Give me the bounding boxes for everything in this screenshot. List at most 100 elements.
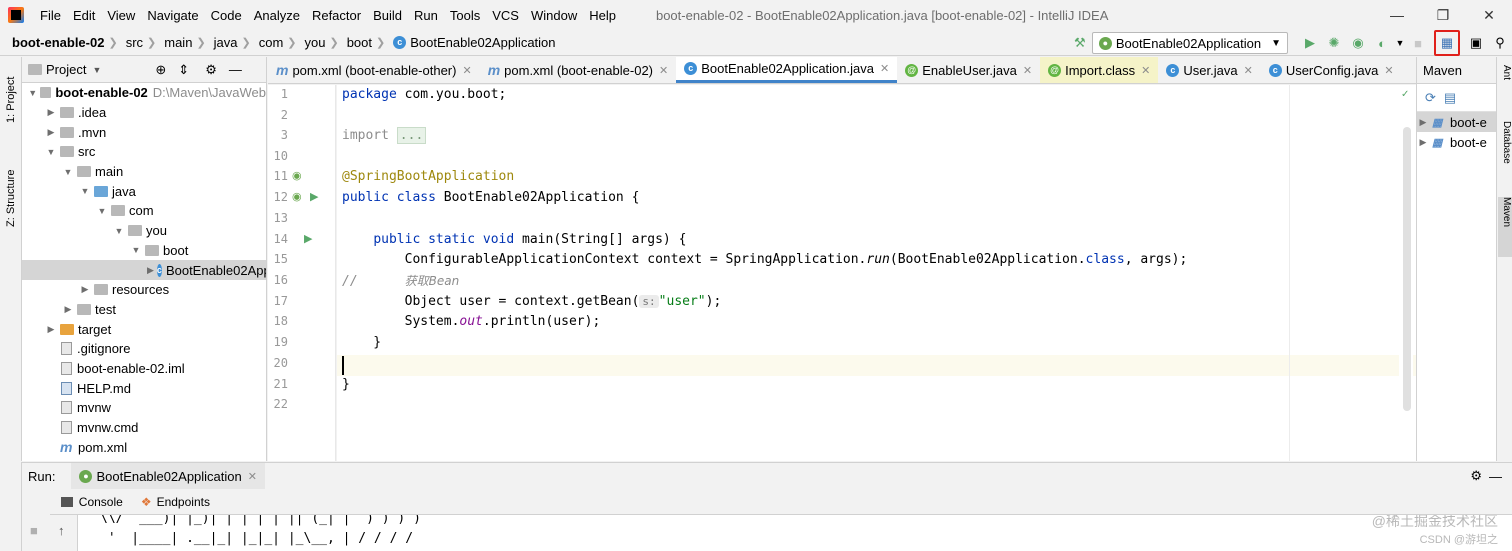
chevron-down-icon[interactable]: ▼	[92, 65, 101, 75]
chevron-right-icon[interactable]: ▶	[62, 304, 74, 315]
editor-tab[interactable]: m pom.xml (boot-enable-other) ✕	[268, 57, 480, 83]
scroll-up-icon[interactable]: ↑	[58, 523, 65, 538]
chevron-down-icon[interactable]: ▼	[113, 226, 125, 236]
gear-icon[interactable]: ⚙	[205, 62, 217, 78]
tree-item[interactable]: ▶ .mvn	[22, 122, 266, 142]
run-gutter-icon[interactable]: ▶	[310, 190, 318, 203]
stop-icon[interactable]: ■	[1406, 30, 1430, 56]
chevron-right-icon[interactable]: ▶	[45, 127, 57, 138]
tree-item[interactable]: ▼ boot	[22, 241, 266, 261]
editor-scrollbar-thumb[interactable]	[1403, 127, 1411, 411]
menu-vcs[interactable]: VCS	[486, 8, 525, 23]
tree-item[interactable]: m pom.xml	[22, 437, 266, 457]
chevron-right-icon[interactable]: ▶	[45, 107, 57, 118]
chevron-down-icon[interactable]: ▼	[96, 206, 108, 216]
chevron-down-icon[interactable]: ▼	[130, 245, 142, 255]
spring-bean-icon[interactable]: ◉	[292, 169, 302, 182]
menu-file[interactable]: File	[34, 8, 67, 23]
maven-tool-tab[interactable]: Maven	[1498, 197, 1512, 257]
ant-tool-tab[interactable]: Ant	[1498, 65, 1512, 105]
coverage-icon[interactable]: ◉	[1346, 30, 1370, 56]
code-editor[interactable]: package com.you.boot; import ... @Spring…	[337, 85, 1416, 461]
menu-run[interactable]: Run	[408, 8, 444, 23]
chevron-down-icon[interactable]: ▼	[1394, 30, 1406, 56]
reload-icon[interactable]: ⟳	[1425, 90, 1436, 106]
close-icon[interactable]: ✕	[1384, 64, 1393, 77]
profile-icon[interactable]: ◐	[1370, 30, 1394, 56]
breadcrumb-class[interactable]: c BootEnable02Application	[387, 35, 557, 50]
menu-help[interactable]: Help	[583, 8, 622, 23]
menu-window[interactable]: Window	[525, 8, 583, 23]
hide-icon[interactable]: —	[1489, 469, 1502, 484]
menu-view[interactable]: View	[101, 8, 141, 23]
folded-imports[interactable]: ...	[396, 127, 427, 144]
close-icon[interactable]: ✕	[880, 62, 889, 75]
search-icon[interactable]: ⚲	[1488, 30, 1512, 56]
breadcrumb-src[interactable]: src	[120, 35, 145, 50]
database-tool-tab[interactable]: Database	[1498, 121, 1512, 191]
tree-item[interactable]: mvnw	[22, 398, 266, 418]
close-icon[interactable]: ✕	[1466, 0, 1512, 30]
tree-item[interactable]: ▼ com	[22, 201, 266, 221]
close-icon[interactable]: ✕	[462, 64, 471, 77]
menu-build[interactable]: Build	[367, 8, 408, 23]
structure-tool-tab[interactable]: Z: Structure	[2, 147, 20, 227]
chevron-right-icon[interactable]: ▶	[147, 265, 154, 276]
console-output[interactable]: \\/ ___)| |_)| | | | | || (_| | ) ) ) ) …	[78, 515, 1512, 551]
tree-item[interactable]: .gitignore	[22, 339, 266, 359]
menu-refactor[interactable]: Refactor	[306, 8, 367, 23]
editor-tab[interactable]: c UserConfig.java ✕	[1261, 57, 1402, 83]
menu-tools[interactable]: Tools	[444, 8, 486, 23]
chevron-right-icon[interactable]: ▶	[79, 284, 91, 295]
close-icon[interactable]: ✕	[248, 470, 257, 483]
tree-item[interactable]: ▶cBootEnable02Application	[22, 260, 266, 280]
chevron-down-icon[interactable]: ▼	[28, 88, 37, 98]
close-icon[interactable]: ✕	[1244, 64, 1253, 77]
endpoints-tab[interactable]: ❖ Endpoints	[141, 495, 210, 509]
tree-item[interactable]: boot-enable-02.iml	[22, 359, 266, 379]
chevron-right-icon[interactable]: ▶	[45, 324, 57, 335]
collapse-all-icon[interactable]: ⇕	[178, 62, 189, 78]
gear-icon[interactable]: ⚙	[1470, 468, 1482, 484]
editor-tab[interactable]: c User.java ✕	[1158, 57, 1260, 83]
editor-tab[interactable]: @ Import.class ✕	[1040, 57, 1159, 83]
debug-icon[interactable]: ✺	[1322, 30, 1346, 56]
minimize-icon[interactable]: —	[1374, 0, 1420, 30]
locate-icon[interactable]: ⊕	[155, 62, 166, 78]
run-icon[interactable]: ▶	[1298, 30, 1322, 56]
restore-icon[interactable]: ❐	[1420, 0, 1466, 30]
terminal-icon[interactable]: ▣	[1464, 30, 1488, 56]
add-maven-project-icon[interactable]: ▤	[1444, 90, 1456, 106]
tree-item[interactable]: mvnw.cmd	[22, 418, 266, 438]
editor-tab[interactable]: m pom.xml (boot-enable-02) ✕	[480, 57, 677, 83]
editor-tab[interactable]: c BootEnable02Application.java ✕	[676, 57, 898, 83]
tree-item[interactable]: ▼ main	[22, 162, 266, 182]
close-icon[interactable]: ✕	[1141, 64, 1150, 77]
chevron-down-icon[interactable]: ▼	[79, 186, 91, 196]
maven-project-row[interactable]: ▶ ▦ boot-e	[1417, 132, 1496, 152]
tree-item[interactable]: ▼ java	[22, 181, 266, 201]
maven-project-row[interactable]: ▶ ▦ boot-e	[1417, 112, 1496, 132]
project-structure-icon[interactable]: ▦	[1434, 30, 1460, 56]
breadcrumb-com[interactable]: com	[253, 35, 286, 50]
build-hammer-icon[interactable]: ⚒	[1068, 30, 1092, 56]
spring-bean-icon[interactable]: ◉	[292, 190, 302, 203]
tree-item[interactable]: HELP.md	[22, 378, 266, 398]
tree-item[interactable]: ▶ .idea	[22, 103, 266, 123]
close-icon[interactable]: ✕	[1023, 64, 1032, 77]
breadcrumb-main[interactable]: main	[158, 35, 194, 50]
breadcrumb-boot[interactable]: boot	[341, 35, 374, 50]
stop-icon[interactable]: ■	[30, 523, 38, 538]
menu-edit[interactable]: Edit	[67, 8, 101, 23]
hide-icon[interactable]: —	[229, 62, 242, 77]
project-tool-tab[interactable]: 1: Project	[2, 63, 20, 123]
console-tab[interactable]: Console	[60, 495, 123, 509]
inspection-ok-icon[interactable]: ✓	[1401, 89, 1411, 100]
tree-item[interactable]: ▼ src	[22, 142, 266, 162]
tree-item[interactable]: ▼ you	[22, 221, 266, 241]
breadcrumb-java[interactable]: java	[208, 35, 240, 50]
run-config-tab[interactable]: ● BootEnable02Application ✕	[71, 462, 265, 490]
editor-tab[interactable]: @ EnableUser.java ✕	[897, 57, 1040, 83]
chevron-down-icon[interactable]: ▼	[45, 147, 57, 157]
tree-item[interactable]: ▶ test	[22, 300, 266, 320]
